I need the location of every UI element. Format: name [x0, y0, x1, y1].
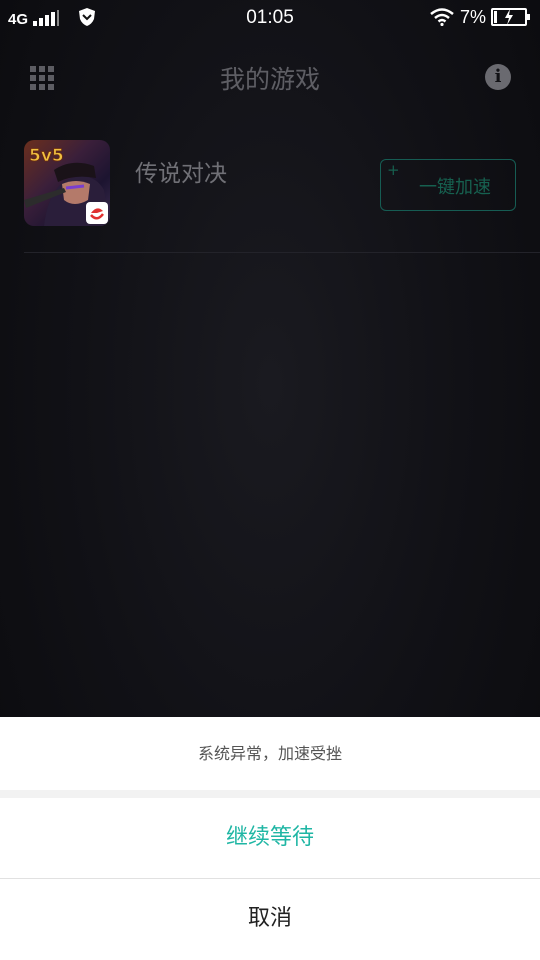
- charging-icon: [505, 9, 513, 25]
- screen: 4G 01:05 7% 我的游戏 i 5v5 传说对决 + 一键加速 系统异常，…: [0, 0, 540, 960]
- dialog-message: 系统异常，加速受挫: [197, 744, 342, 763]
- header: 我的游戏 i: [0, 52, 540, 102]
- boost-button-label: 一键加速: [419, 177, 491, 198]
- page-title: 我的游戏: [219, 65, 320, 94]
- game-icon-badge: 5v5: [29, 146, 64, 166]
- clock: 01:05: [246, 7, 294, 28]
- game-app-icon: 5v5: [24, 140, 110, 226]
- battery-percent: 7%: [460, 7, 487, 27]
- battery-icon: [491, 8, 530, 26]
- action-sheet-dialog: 系统异常，加速受挫 继续等待 取消: [0, 717, 540, 960]
- dialog-separator: [0, 790, 540, 798]
- one-click-boost-button[interactable]: + 一键加速: [380, 159, 516, 211]
- cancel-button[interactable]: 取消: [0, 879, 540, 959]
- info-icon[interactable]: i: [485, 64, 511, 90]
- game-name: 传说对决: [135, 161, 227, 187]
- continue-waiting-button[interactable]: 继续等待: [0, 798, 540, 878]
- wifi-icon: [430, 8, 454, 26]
- divider: [24, 252, 540, 253]
- game-list-item[interactable]: 5v5 传说对决 + 一键加速: [24, 140, 516, 230]
- status-bar: 4G 01:05 7%: [0, 0, 540, 36]
